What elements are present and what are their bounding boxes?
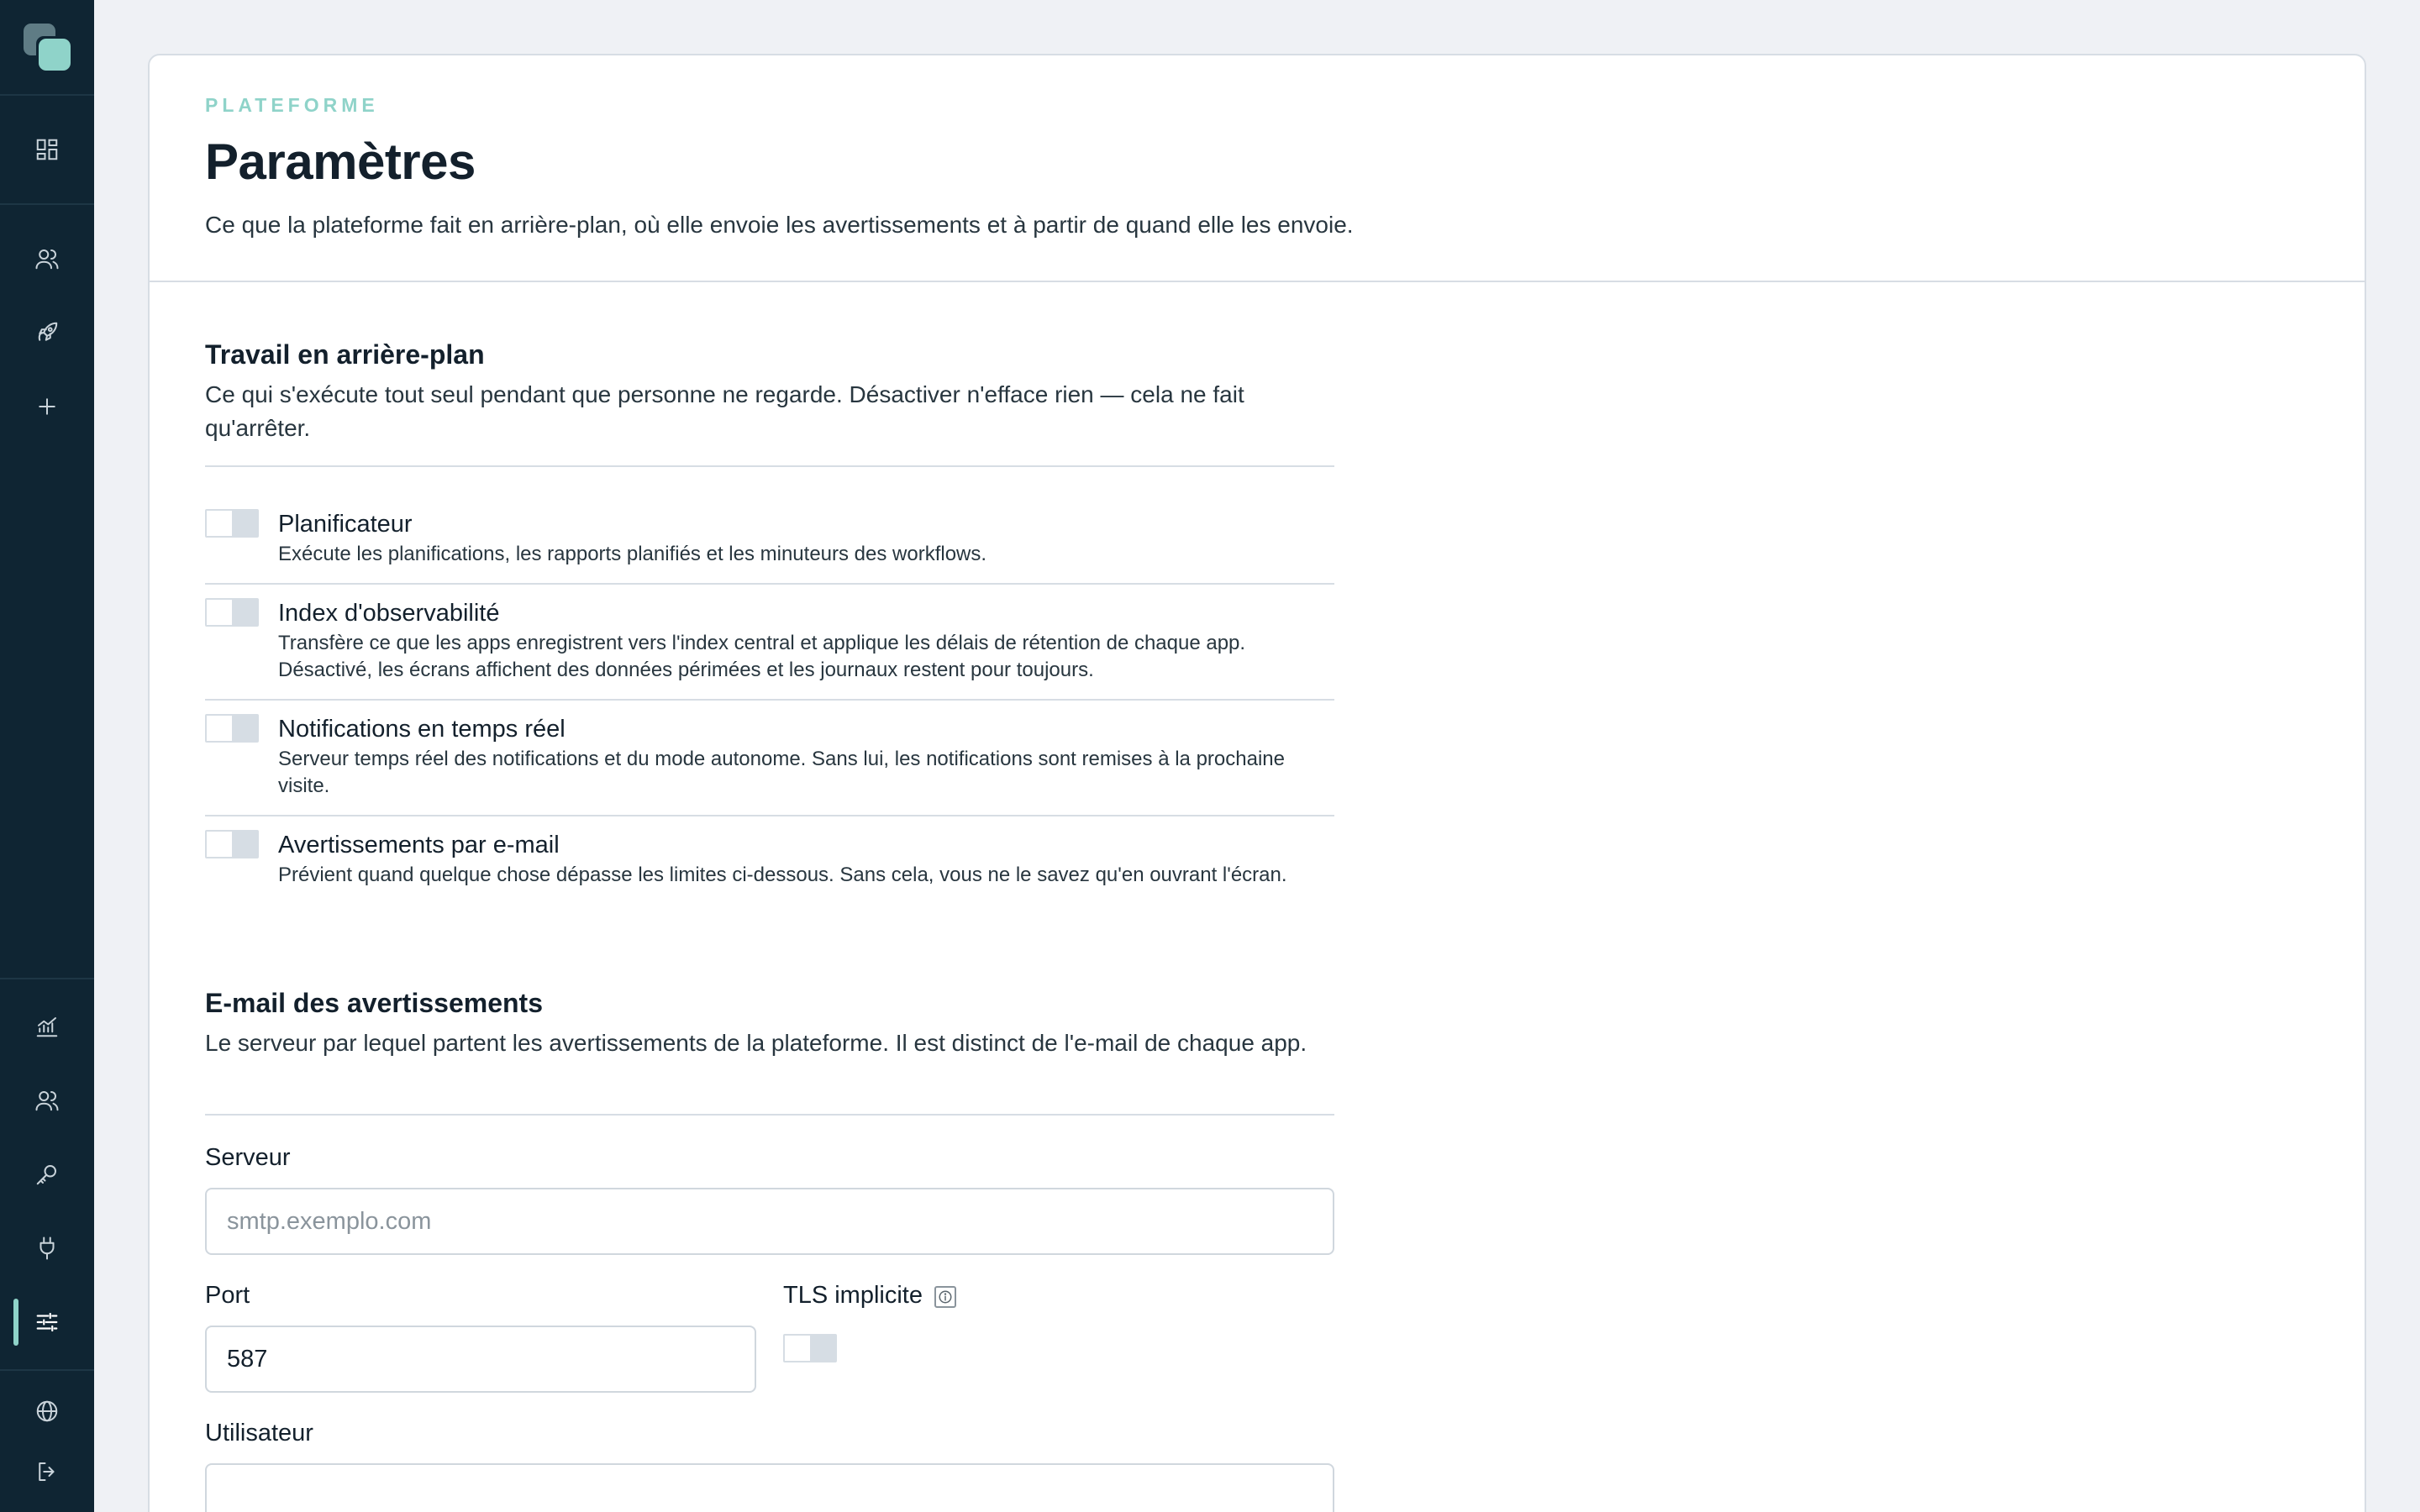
info-icon[interactable] (934, 1286, 956, 1308)
section-divider (205, 1114, 1334, 1116)
server-label: Serveur (205, 1144, 291, 1171)
option-divider (205, 583, 1334, 585)
logout-icon[interactable] (30, 1455, 64, 1488)
option-divider (205, 815, 1334, 816)
option-description-scheduler: Exécute les planifications, les rapports… (278, 543, 987, 565)
page-title: Paramètres (205, 134, 476, 190)
toggle-realtime-notifications[interactable] (205, 714, 259, 743)
analytics-icon[interactable] (30, 1010, 64, 1043)
section-divider (205, 465, 1334, 467)
users-icon[interactable] (30, 242, 64, 276)
option-title-scheduler: Planificateur (278, 511, 413, 538)
plug-icon[interactable] (30, 1231, 64, 1265)
toggle-knob (207, 511, 232, 536)
section-description-background-work: Ce qui s'exécute tout seul pendant que p… (205, 381, 1244, 441)
option-description-email-alerts: Prévient quand quelque chose dépasse les… (278, 864, 1287, 886)
sidebar-divider (0, 1369, 94, 1371)
team-icon[interactable] (30, 1084, 64, 1117)
user-label: Utilisateur (205, 1420, 313, 1446)
toggle-knob (207, 832, 232, 857)
sidebar (0, 0, 94, 1512)
option-description-realtime-notifications: Serveur temps réel des notifications et … (278, 748, 1285, 797)
dashboard-icon[interactable] (30, 133, 64, 166)
page-header: PLATEFORME Paramètres Ce que la platefor… (150, 55, 2365, 282)
sidebar-divider (0, 978, 94, 979)
option-title-email-alerts: Avertissements par e-mail (278, 832, 560, 858)
user-input[interactable] (205, 1463, 1334, 1512)
globe-icon[interactable] (30, 1394, 64, 1428)
option-title-observability-index: Index d'observabilité (278, 600, 500, 627)
page-eyebrow: PLATEFORME (205, 94, 379, 116)
section-title-background-work: Travail en arrière-plan (205, 339, 485, 370)
page-subtitle: Ce que la plateforme fait en arrière-pla… (205, 212, 1354, 238)
section-title-alert-email: E-mail des avertissements (205, 988, 543, 1018)
sidebar-active-indicator (13, 1299, 18, 1346)
logo[interactable] (24, 24, 72, 72)
port-input[interactable] (205, 1326, 756, 1393)
port-label: Port (205, 1282, 250, 1309)
sidebar-divider (0, 94, 94, 96)
toggle-email-alerts[interactable] (205, 830, 259, 858)
section-description-alert-email: Le serveur par lequel partent les averti… (205, 1030, 1307, 1056)
key-icon[interactable] (30, 1158, 64, 1191)
rocket-icon[interactable] (30, 316, 64, 349)
tls-label: TLS implicite (783, 1282, 923, 1309)
settings-card: PLATEFORME Paramètres Ce que la platefor… (148, 54, 2366, 1512)
toggle-knob (207, 716, 232, 741)
toggle-scheduler[interactable] (205, 509, 259, 538)
plus-icon[interactable] (30, 390, 64, 423)
option-description-observability-index: Transfère ce que les apps enregistrent v… (278, 632, 1246, 681)
server-input[interactable] (205, 1188, 1334, 1255)
sidebar-divider (0, 203, 94, 205)
settings-sliders-icon[interactable] (30, 1305, 64, 1339)
toggle-knob (785, 1336, 810, 1361)
toggle-knob (207, 600, 232, 625)
toggle-observability-index[interactable] (205, 598, 259, 627)
option-title-realtime-notifications: Notifications en temps réel (278, 716, 566, 743)
toggle-implicit-tls[interactable] (783, 1334, 837, 1362)
option-divider (205, 699, 1334, 701)
logo-shape-front (39, 39, 71, 71)
